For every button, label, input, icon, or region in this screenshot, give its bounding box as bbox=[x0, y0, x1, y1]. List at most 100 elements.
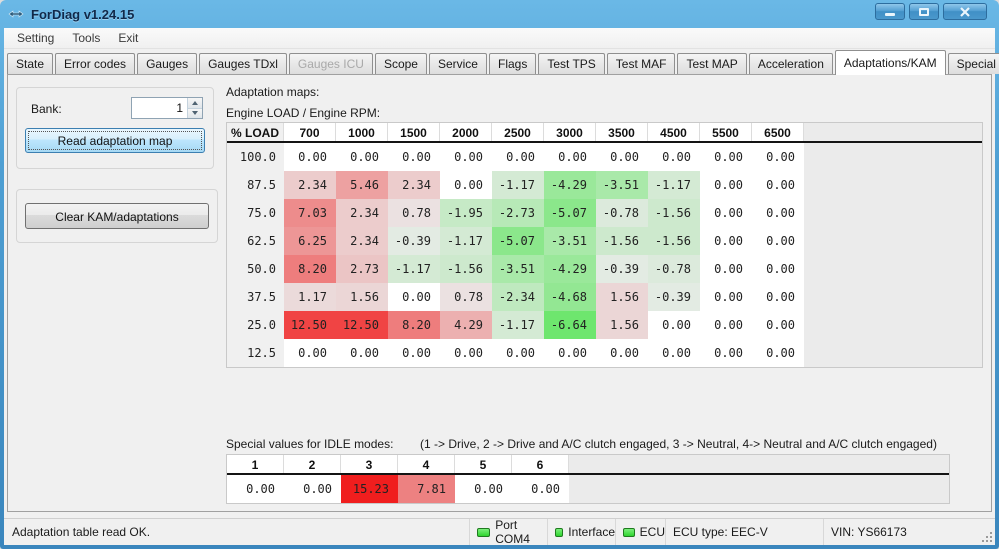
title-bar[interactable]: ForDiag v1.24.15 bbox=[0, 0, 999, 28]
idle-column-header-5: 5 bbox=[455, 455, 512, 473]
spinner-down-button[interactable] bbox=[188, 108, 202, 119]
read-adaptation-map-button[interactable]: Read adaptation map bbox=[25, 128, 205, 153]
tab-test-map[interactable]: Test MAP bbox=[677, 53, 746, 74]
status-indicators: Port COM4 Interface ECU bbox=[469, 519, 665, 545]
menu-item-setting[interactable]: Setting bbox=[8, 29, 63, 47]
grid-cell: -5.07 bbox=[544, 199, 596, 227]
idle-header-row: 123456 bbox=[227, 455, 949, 475]
grid-cell: 8.20 bbox=[388, 311, 440, 339]
status-message: Adaptation table read OK. bbox=[4, 525, 469, 539]
grid-cell: 1.17 bbox=[284, 283, 336, 311]
grid-cell: -0.39 bbox=[388, 227, 440, 255]
grid-cell: 8.20 bbox=[284, 255, 336, 283]
tab-test-maf[interactable]: Test MAF bbox=[607, 53, 676, 74]
grid-cell: -1.56 bbox=[648, 199, 700, 227]
grid-row-load-25.0: 25.012.5012.508.204.29-1.17-6.641.560.00… bbox=[227, 311, 982, 339]
grid-row-filler bbox=[804, 311, 982, 339]
grid-row-load-100.0: 100.00.000.000.000.000.000.000.000.000.0… bbox=[227, 143, 982, 171]
grid-cell: -1.17 bbox=[648, 171, 700, 199]
idle-column-header-2: 2 bbox=[284, 455, 341, 473]
grid-cell: 0.00 bbox=[648, 143, 700, 171]
grid-row-header: 75.0 bbox=[227, 199, 284, 227]
grid-column-header-1000: 1000 bbox=[336, 123, 388, 141]
grid-cell: -4.29 bbox=[544, 171, 596, 199]
idle-grid: 1234560.000.0015.237.810.000.00 bbox=[226, 454, 950, 504]
grid-cell: 12.50 bbox=[284, 311, 336, 339]
bank-groupbox: Bank: 1 Read adaptation map bbox=[16, 87, 214, 169]
status-indicator-interface: Interface bbox=[547, 519, 615, 545]
bank-spinner[interactable]: 1 bbox=[131, 97, 203, 119]
grid-row-header: 12.5 bbox=[227, 339, 284, 367]
tab-adaptations-kam[interactable]: Adaptations/KAM bbox=[835, 50, 946, 75]
indicator-label: Interface bbox=[568, 525, 615, 539]
adaptation-grid: % LOAD7001000150020002500300035004500550… bbox=[226, 122, 983, 368]
grid-column-header-6500: 6500 bbox=[752, 123, 804, 141]
grid-cell: 1.56 bbox=[596, 311, 648, 339]
grid-cell: 0.00 bbox=[700, 227, 752, 255]
tab-special[interactable]: Special bbox=[948, 53, 999, 74]
grid-cell: -1.17 bbox=[440, 227, 492, 255]
maximize-button[interactable] bbox=[909, 3, 939, 20]
ecu-type-text: ECU type: EEC-V bbox=[673, 525, 768, 539]
tab-scope[interactable]: Scope bbox=[375, 53, 427, 74]
grid-cell: -0.39 bbox=[596, 255, 648, 283]
grid-cell: 12.50 bbox=[336, 311, 388, 339]
grid-cell: 2.34 bbox=[284, 171, 336, 199]
close-button[interactable] bbox=[943, 3, 987, 20]
grid-cell: 0.00 bbox=[440, 339, 492, 367]
indicator-label: Port COM4 bbox=[495, 518, 547, 546]
grid-cell: 0.00 bbox=[752, 143, 804, 171]
grid-cell: -3.51 bbox=[544, 227, 596, 255]
idle-row-filler bbox=[569, 475, 949, 503]
grid-header-filler bbox=[804, 123, 982, 141]
grid-cell: 0.00 bbox=[752, 255, 804, 283]
idle-modes-label: Special values for IDLE modes: bbox=[226, 437, 393, 451]
grid-cell: 0.00 bbox=[388, 283, 440, 311]
tab-test-tps[interactable]: Test TPS bbox=[538, 53, 604, 74]
resize-grip[interactable] bbox=[990, 540, 992, 542]
idle-cell: 7.81 bbox=[398, 475, 455, 503]
tab-state[interactable]: State bbox=[7, 53, 53, 74]
grid-cell: 0.00 bbox=[700, 255, 752, 283]
status-indicator-port-com4: Port COM4 bbox=[469, 519, 547, 545]
clear-kam-button[interactable]: Clear KAM/adaptations bbox=[25, 203, 209, 229]
grid-cell: -1.17 bbox=[492, 311, 544, 339]
grid-row-filler bbox=[804, 255, 982, 283]
grid-cell: 0.00 bbox=[752, 311, 804, 339]
grid-caption-label: Engine LOAD / Engine RPM: bbox=[226, 106, 380, 120]
status-bar: Adaptation table read OK. Port COM4 Inter… bbox=[4, 518, 995, 545]
grid-cell: 4.29 bbox=[440, 311, 492, 339]
grid-row-header: 87.5 bbox=[227, 171, 284, 199]
grid-cell: -2.73 bbox=[492, 199, 544, 227]
idle-header-filler bbox=[569, 455, 949, 473]
grid-cell: 1.56 bbox=[336, 283, 388, 311]
grid-cell: 0.00 bbox=[336, 339, 388, 367]
grid-cell: 0.00 bbox=[752, 199, 804, 227]
tab-gauges-tdxl[interactable]: Gauges TDxl bbox=[199, 53, 287, 74]
grid-row-header: 25.0 bbox=[227, 311, 284, 339]
tab-error-codes[interactable]: Error codes bbox=[55, 53, 135, 74]
tab-flags[interactable]: Flags bbox=[489, 53, 536, 74]
indicator-label: ECU bbox=[640, 525, 665, 539]
tab-gauges[interactable]: Gauges bbox=[137, 53, 197, 74]
grid-cell: 0.00 bbox=[700, 339, 752, 367]
spinner-up-button[interactable] bbox=[188, 98, 202, 108]
grid-cell: -1.95 bbox=[440, 199, 492, 227]
tab-service[interactable]: Service bbox=[429, 53, 487, 74]
grid-cell: 0.00 bbox=[700, 143, 752, 171]
minimize-button[interactable] bbox=[875, 3, 905, 20]
grid-cell: -1.17 bbox=[388, 255, 440, 283]
menu-item-exit[interactable]: Exit bbox=[109, 29, 147, 47]
menu-item-tools[interactable]: Tools bbox=[63, 29, 109, 47]
grid-column-header-700: 700 bbox=[284, 123, 336, 141]
grid-column-header-3000: 3000 bbox=[544, 123, 596, 141]
idle-column-header-1: 1 bbox=[227, 455, 284, 473]
tab-gauges-icu[interactable]: Gauges ICU bbox=[289, 53, 373, 74]
grid-column-header-5500: 5500 bbox=[700, 123, 752, 141]
tab-acceleration[interactable]: Acceleration bbox=[749, 53, 833, 74]
grid-column-header-3500: 3500 bbox=[596, 123, 648, 141]
status-indicator-ecu: ECU bbox=[615, 519, 665, 545]
minimize-icon bbox=[885, 13, 895, 16]
grid-row-filler bbox=[804, 199, 982, 227]
grid-cell: 5.46 bbox=[336, 171, 388, 199]
